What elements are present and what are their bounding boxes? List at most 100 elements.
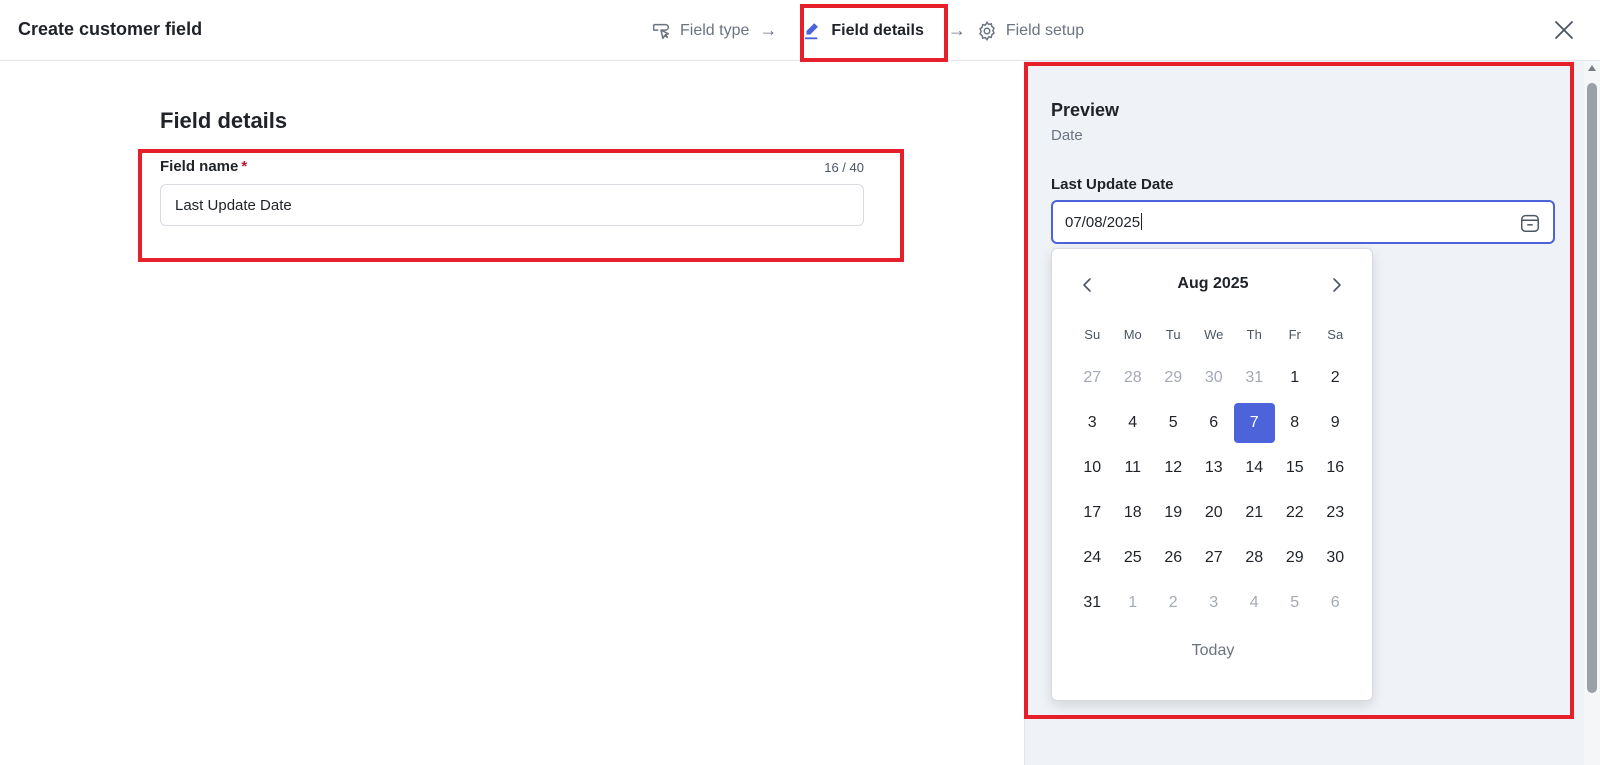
calendar-day-number: 7: [1234, 402, 1275, 443]
scrollbar-thumb[interactable]: [1587, 83, 1597, 693]
calendar-day-number: 4: [1249, 593, 1259, 611]
calendar-day-number: 25: [1123, 548, 1142, 566]
calendar-day[interactable]: 29: [1275, 535, 1316, 580]
calendar-day[interactable]: 31: [1072, 580, 1113, 625]
field-name-label-text: Field name: [160, 158, 239, 175]
calendar-day[interactable]: 25: [1113, 535, 1154, 580]
calendar-day[interactable]: 2: [1153, 580, 1194, 625]
calendar-day[interactable]: 18: [1113, 490, 1154, 535]
weekday-label: Tu: [1165, 327, 1181, 342]
date-input-value: 07/08/2025: [1065, 214, 1141, 231]
calendar-day[interactable]: 30: [1194, 355, 1235, 400]
calendar-day[interactable]: 5: [1153, 400, 1194, 445]
calendar-day[interactable]: 31: [1234, 355, 1275, 400]
calendar-day[interactable]: 29: [1153, 355, 1194, 400]
field-name-label: Field name *: [160, 158, 247, 175]
calendar-day-number: 26: [1164, 548, 1183, 566]
calendar-day[interactable]: 27: [1072, 355, 1113, 400]
calendar-day-number: 31: [1245, 368, 1264, 386]
calendar-day[interactable]: 3: [1072, 400, 1113, 445]
tag-pointer-icon: [652, 23, 670, 39]
calendar-day[interactable]: 1: [1275, 355, 1316, 400]
weekday-label: We: [1204, 327, 1224, 342]
calendar-day-number: 30: [1326, 548, 1345, 566]
chevron-right-icon[interactable]: [1326, 275, 1346, 295]
calendar-day-number: 31: [1083, 593, 1102, 611]
calendar-day-number: 19: [1164, 503, 1183, 521]
calendar-day[interactable]: 4: [1113, 400, 1154, 445]
calendar-day-number: 13: [1204, 458, 1223, 476]
calendar-day-number: 3: [1087, 413, 1097, 431]
calendar-day[interactable]: 28: [1113, 355, 1154, 400]
calendar-day-number: 17: [1083, 503, 1102, 521]
step-field-details[interactable]: Field details: [789, 3, 935, 59]
calendar-day-selected[interactable]: 7: [1234, 400, 1275, 445]
calendar-day-number: 15: [1285, 458, 1304, 476]
scrollbar[interactable]: [1584, 61, 1600, 765]
calendar-day[interactable]: 8: [1275, 400, 1316, 445]
date-input[interactable]: 07/08/2025: [1051, 200, 1555, 244]
calendar-day-number: 4: [1128, 413, 1138, 431]
close-icon[interactable]: [1552, 18, 1576, 42]
weekday-label: Mo: [1123, 327, 1142, 342]
preview-title: Preview: [1051, 100, 1120, 120]
date-picker-popup: Aug 2025 Su Mo Tu We Th Fr Sa 27 28 29 30 31 1 2 3 4 5 6…: [1051, 248, 1373, 701]
calendar-day-number: 16: [1326, 458, 1345, 476]
calendar-icon[interactable]: [1519, 212, 1541, 234]
calendar-day[interactable]: 27: [1194, 535, 1235, 580]
calendar-day[interactable]: 28: [1234, 535, 1275, 580]
step-field-details-label: Field details: [831, 21, 924, 39]
calendar-day[interactable]: 1: [1113, 580, 1154, 625]
calendar-day-number: 2: [1330, 368, 1340, 386]
calendar-day[interactable]: 23: [1315, 490, 1356, 535]
step-field-setup[interactable]: Field setup: [976, 3, 1084, 59]
calendar-day[interactable]: 15: [1275, 445, 1316, 490]
calendar-day[interactable]: 5: [1275, 580, 1316, 625]
char-count: 16 / 40: [824, 160, 864, 175]
calendar-day[interactable]: 21: [1234, 490, 1275, 535]
calendar-day-number: 1: [1128, 593, 1138, 611]
calendar-weekdays: Su Mo Tu We Th Fr Sa: [1072, 327, 1356, 342]
calendar-day[interactable]: 12: [1153, 445, 1194, 490]
calendar-day[interactable]: 13: [1194, 445, 1235, 490]
calendar-day-number: 28: [1245, 548, 1264, 566]
calendar-day[interactable]: 20: [1194, 490, 1235, 535]
calendar-day[interactable]: 4: [1234, 580, 1275, 625]
calendar-day-number: 27: [1204, 548, 1223, 566]
calendar-day-number: 5: [1290, 593, 1300, 611]
calendar-day[interactable]: 6: [1315, 580, 1356, 625]
date-field-label: Last Update Date: [1051, 176, 1174, 193]
calendar-day[interactable]: 10: [1072, 445, 1113, 490]
calendar-day[interactable]: 22: [1275, 490, 1316, 535]
calendar-day[interactable]: 6: [1194, 400, 1235, 445]
calendar-day[interactable]: 11: [1113, 445, 1154, 490]
modal-header: Create customer field Field type → Field…: [0, 0, 1600, 61]
field-name-input[interactable]: [160, 184, 864, 226]
calendar-day[interactable]: 30: [1315, 535, 1356, 580]
calendar-day-number: 11: [1124, 458, 1142, 476]
calendar-day[interactable]: 17: [1072, 490, 1113, 535]
calendar-day[interactable]: 19: [1153, 490, 1194, 535]
scroll-up-icon[interactable]: [1588, 65, 1596, 71]
step-field-type[interactable]: Field type: [650, 3, 749, 59]
calendar-day-number: 18: [1123, 503, 1142, 521]
calendar-day-number: 9: [1330, 413, 1340, 431]
calendar-day[interactable]: 16: [1315, 445, 1356, 490]
calendar-day-number: 27: [1083, 368, 1102, 386]
step-field-type-label: Field type: [680, 21, 750, 39]
calendar-day[interactable]: 24: [1072, 535, 1113, 580]
calendar-days: 27 28 29 30 31 1 2 3 4 5 6 7 8 9 10 11 12 13 14 15 16 17 18 19 2…: [1072, 355, 1356, 625]
calendar-day[interactable]: 14: [1234, 445, 1275, 490]
pen-icon: [805, 22, 819, 39]
calendar-day-number: 22: [1285, 503, 1304, 521]
calendar-day[interactable]: 9: [1315, 400, 1356, 445]
calendar-day-number: 8: [1290, 413, 1300, 431]
calendar-day-number: 30: [1204, 368, 1223, 386]
calendar-day-number: 14: [1245, 458, 1264, 476]
preview-field-type: Date: [1051, 127, 1083, 144]
calendar-day-number: 28: [1123, 368, 1142, 386]
calendar-day[interactable]: 26: [1153, 535, 1194, 580]
calendar-day[interactable]: 2: [1315, 355, 1356, 400]
calendar-day[interactable]: 3: [1194, 580, 1235, 625]
today-button[interactable]: Today: [1052, 642, 1374, 660]
